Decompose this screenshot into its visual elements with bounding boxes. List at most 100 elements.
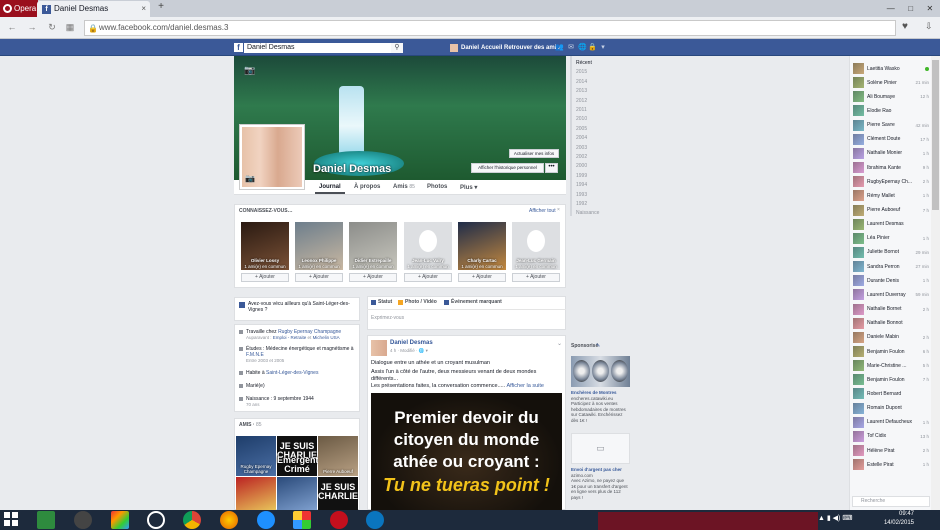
chat-contact[interactable]: Tof Cidix 13 h: [853, 430, 929, 443]
chat-search-input[interactable]: Recherche: [852, 496, 930, 507]
chat-contact[interactable]: Juliette Bornot 29 min: [853, 246, 929, 259]
tab-close-icon[interactable]: ×: [141, 1, 146, 17]
windows-start-icon[interactable]: [4, 512, 18, 526]
chat-contact[interactable]: Sandra Perron 27 min: [853, 260, 929, 273]
chrome-icon[interactable]: [183, 511, 201, 529]
header-avatar[interactable]: [450, 44, 458, 52]
timeline-year-6[interactable]: 2010: [576, 116, 587, 122]
firefox-icon[interactable]: [220, 511, 238, 529]
close-window-button[interactable]: ✕: [927, 4, 934, 13]
timeline-year-15[interactable]: 1992: [576, 201, 587, 207]
add-friend-button[interactable]: + Ajouter: [404, 273, 452, 282]
hp-icon[interactable]: [147, 511, 165, 529]
timeline-year-13[interactable]: 1994: [576, 182, 587, 188]
timeline-year-0[interactable]: Récent: [576, 60, 592, 66]
add-friend-button[interactable]: + Ajouter: [512, 273, 560, 282]
add-friend-button[interactable]: + Ajouter: [241, 273, 289, 282]
new-tab-button[interactable]: +: [154, 1, 168, 15]
post-options-chevron-icon[interactable]: ⌄: [557, 340, 562, 347]
post-avatar[interactable]: [371, 340, 387, 356]
edit-pencil-icon[interactable]: ✎: [596, 343, 600, 349]
chat-contact[interactable]: Nathalie Bornet 2 h: [853, 303, 929, 316]
composer-photo-tab[interactable]: Photo / Vidéo: [398, 299, 437, 305]
settings-chevron-icon[interactable]: ▾: [599, 43, 607, 52]
facebook-logo-icon[interactable]: f: [234, 43, 243, 52]
search-icon[interactable]: ⚲: [391, 43, 403, 53]
friend-tile-5[interactable]: [277, 477, 317, 510]
pymk-mutual-friends[interactable]: 1 ami(e) en commun: [349, 264, 397, 269]
pymk-person-name[interactable]: Jean-Luc Valry: [404, 258, 452, 263]
taskbar-clock[interactable]: 09:47 14/02/2015: [878, 510, 914, 528]
photo-app-icon[interactable]: [111, 511, 129, 529]
friends-title[interactable]: AMIS · 85: [239, 422, 262, 428]
messages-icon[interactable]: ✉: [567, 43, 575, 52]
facebook-search-input[interactable]: Daniel Desmas ⚲: [244, 43, 403, 53]
download-icon[interactable]: ⇩: [925, 21, 933, 32]
speed-dial-icon[interactable]: ▦: [64, 21, 76, 33]
browser-tab-active[interactable]: f Daniel Desmas ×: [37, 1, 150, 17]
header-profile-link[interactable]: Daniel: [461, 43, 479, 53]
timeline-year-8[interactable]: 2004: [576, 135, 587, 141]
pymk-photo[interactable]: Jean-Luc Germain 1 ami(e) en commun: [512, 222, 560, 270]
composer-input[interactable]: Exprimez-vous: [371, 315, 404, 321]
friend-tile-4[interactable]: [236, 477, 276, 510]
timeline-year-4[interactable]: 2012: [576, 98, 587, 104]
friend-tile-6[interactable]: JE SUIS CHARLIE: [318, 477, 358, 510]
timeline-year-3[interactable]: 2013: [576, 88, 587, 94]
timeline-year-10[interactable]: 2002: [576, 154, 587, 160]
forward-icon[interactable]: →: [26, 21, 38, 33]
chat-contact[interactable]: Laurent Duverray 59 min: [853, 288, 929, 301]
pymk-photo[interactable]: Olivier Lossy 1 ami(e) en commun: [241, 222, 289, 270]
system-tray[interactable]: ▲ ▮ ◀) ⌨: [818, 514, 852, 522]
chat-contact[interactable]: Benjamin Foulon 6 h: [853, 345, 929, 358]
friend-tile-3[interactable]: Pierre Auboeuf: [318, 436, 358, 476]
post-meta[interactable]: 4 h · Modifié · 🌐 ▾: [390, 348, 428, 354]
pymk-person-name[interactable]: Leonox Philippe: [295, 258, 343, 263]
chat-contact[interactable]: Hélène Pirat 2 h: [853, 444, 929, 457]
timeline-year-9[interactable]: 2003: [576, 145, 587, 151]
chat-contact[interactable]: Daniele Mabin 2 h: [853, 331, 929, 344]
chat-contact[interactable]: Laurent Desmas: [853, 218, 929, 231]
internet-explorer-icon[interactable]: [257, 511, 275, 529]
minimize-button[interactable]: —: [887, 4, 895, 13]
chat-contact[interactable]: Ali Boumaye 12 h: [853, 90, 929, 103]
pymk-photo[interactable]: Didier Estrepaille 1 ami(e) en commun: [349, 222, 397, 270]
chat-contact[interactable]: Léa Pinier 1 h: [853, 232, 929, 245]
opera-taskbar-icon[interactable]: [330, 511, 348, 529]
post-author[interactable]: Daniel Desmas: [390, 340, 433, 346]
see-more-link[interactable]: Afficher la suite: [506, 383, 544, 389]
lives-link[interactable]: Saint-Léger-des-Vignes: [266, 370, 318, 376]
url-input[interactable]: 🔒 www.facebook.com/daniel.desmas.3: [84, 20, 896, 36]
timeline-year-16[interactable]: Naissance: [576, 210, 599, 216]
pymk-person-name[interactable]: Didier Estrepaille: [349, 258, 397, 263]
chat-contact[interactable]: Estelle Pirat 1 h: [853, 458, 929, 471]
app-circle-icon[interactable]: [74, 511, 92, 529]
pymk-person-name[interactable]: Jean-Luc Germain: [512, 258, 560, 263]
scrollbar-thumb[interactable]: [932, 60, 939, 210]
header-find-friends-link[interactable]: Retrouver des amis: [504, 43, 560, 53]
store-icon[interactable]: [293, 511, 311, 529]
chat-contact[interactable]: Pierre Auboeuf 7 h: [853, 204, 929, 217]
chat-contact[interactable]: Robert Bernard: [853, 387, 929, 400]
chat-contact[interactable]: Nathalie Bonnot: [853, 317, 929, 330]
chat-contact[interactable]: Solène Pinier 21 min: [853, 76, 929, 89]
maximize-button[interactable]: □: [908, 4, 913, 13]
chat-contact[interactable]: RugbyEpernay Ch... 2 h: [853, 175, 929, 188]
timeline-year-14[interactable]: 1993: [576, 192, 587, 198]
friend-tile-2[interactable]: JE SUIS CHARLIE Emergent Crimé: [277, 436, 319, 476]
heart-icon[interactable]: ♥: [902, 21, 908, 32]
pymk-photo[interactable]: Jean-Luc Valry 1 ami(e) en commun: [404, 222, 452, 270]
chat-contact[interactable]: Nathalie Monier 1 h: [853, 147, 929, 160]
pymk-mutual-friends[interactable]: 1 ami(e) en commun: [295, 264, 343, 269]
pymk-person-name[interactable]: Olivier Lossy: [241, 258, 289, 263]
timeline-year-5[interactable]: 2011: [576, 107, 587, 113]
pymk-close-icon[interactable]: ×: [557, 207, 560, 213]
pymk-mutual-friends[interactable]: 1 ami(e) en commun: [241, 264, 289, 269]
places-prompt-text[interactable]: Avez-vous vécu ailleurs qu'à Saint-Léger…: [248, 301, 356, 313]
chat-contact[interactable]: Laetitia Wasko: [853, 62, 929, 75]
pymk-person-name[interactable]: Charly Cartac: [458, 258, 506, 263]
ad-watches-text[interactable]: Enchères de Montres encheres.catawiki.eu…: [571, 390, 630, 423]
back-icon[interactable]: ←: [6, 21, 18, 33]
chat-contact[interactable]: Laurent Defaucheux 1 h: [853, 416, 929, 429]
pymk-mutual-friends[interactable]: 1 ami(e) en commun: [512, 264, 560, 269]
